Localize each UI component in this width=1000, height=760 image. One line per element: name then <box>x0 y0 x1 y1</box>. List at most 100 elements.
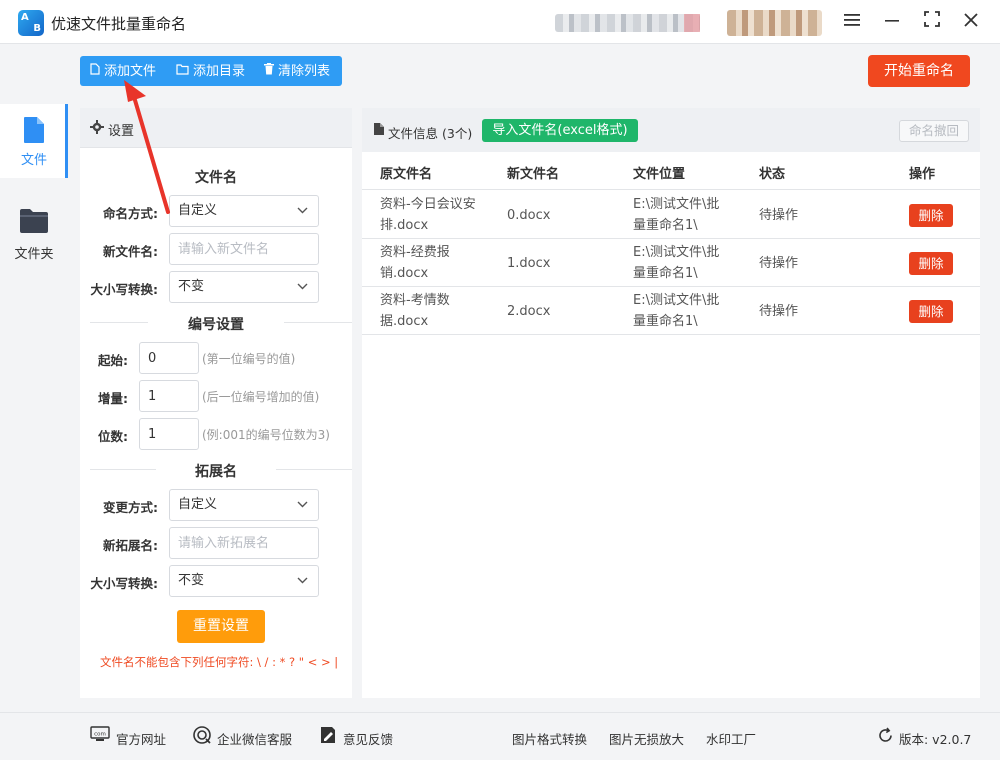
website-link[interactable]: 官方网址 <box>116 729 166 748</box>
col-new-name: 新文件名 <box>507 167 560 182</box>
app-logo-letter-b: B <box>33 23 41 34</box>
ext-mode-label: 变更方式: <box>103 500 158 515</box>
new-ext-label: 新拓展名: <box>103 538 158 553</box>
side-nav: 文件 文件夹 <box>0 104 68 704</box>
cell-status: 待操作 <box>759 208 799 223</box>
cell-new-name: 0.docx <box>507 208 551 223</box>
nav-item-folder[interactable]: 文件夹 <box>0 198 68 272</box>
ext-case-select[interactable]: 不变 <box>169 565 319 597</box>
close-icon[interactable] <box>959 10 983 34</box>
chevron-down-icon <box>297 490 308 520</box>
settings-panel: 设置 文件名 命名方式: 自定义 新文件名: 大小写转换: 不变 编号设置 起始… <box>80 108 352 698</box>
file-list-header: 文件信息 (3个) 导入文件名(excel格式) 命名撤回 <box>362 108 980 152</box>
blurred-account-info <box>555 14 700 32</box>
feedback-icon <box>320 726 336 748</box>
img-enlarge-link[interactable]: 图片无损放大 <box>609 729 684 748</box>
case-select[interactable]: 不变 <box>169 271 319 303</box>
wechat-support-link[interactable]: 企业微信客服 <box>217 729 292 748</box>
add-file-button[interactable]: 添加文件 <box>90 56 156 86</box>
folder-icon <box>19 208 49 238</box>
new-ext-input[interactable] <box>169 527 319 559</box>
file-info-title: 文件信息 (3个) <box>388 123 472 142</box>
col-status: 状态 <box>759 167 786 182</box>
cell-new-name: 2.docx <box>507 304 551 319</box>
step-hint: (后一位编号增加的值) <box>202 390 320 404</box>
col-original-name: 原文件名 <box>380 167 433 182</box>
cell-original-name: 资料-考情数据.docx <box>380 293 450 329</box>
svg-text:com: com <box>94 732 106 738</box>
settings-header: 设置 <box>80 108 352 148</box>
folder-open-icon <box>176 56 189 86</box>
cell-location: E:\测试文件\批量重命名1\ <box>633 245 720 281</box>
cell-original-name: 资料-今日会议安排.docx <box>380 197 476 233</box>
undo-rename-button[interactable]: 命名撤回 <box>899 120 969 142</box>
reset-settings-button[interactable]: 重置设置 <box>177 610 265 643</box>
digits-hint: (例:001的编号位数为3) <box>202 428 330 442</box>
file-count: (3个) <box>442 126 473 141</box>
settings-title: 设置 <box>108 124 135 139</box>
watermark-link[interactable]: 水印工厂 <box>706 729 756 748</box>
delete-button[interactable]: 删除 <box>909 252 953 275</box>
new-name-label: 新文件名: <box>103 244 158 259</box>
file-info-label: 文件信息 <box>388 126 439 141</box>
naming-mode-label: 命名方式: <box>103 206 158 221</box>
chevron-down-icon <box>297 566 308 596</box>
start-number-input[interactable] <box>139 342 199 374</box>
file-list-panel: 文件信息 (3个) 导入文件名(excel格式) 命名撤回 原文件名 新文件名 … <box>362 108 980 698</box>
digits-input[interactable] <box>139 418 199 450</box>
step-input[interactable] <box>139 380 199 412</box>
ext-mode-select[interactable]: 自定义 <box>169 489 319 521</box>
minimize-icon[interactable] <box>880 10 904 34</box>
feedback-link[interactable]: 意见反馈 <box>343 729 393 748</box>
file-add-icon <box>90 56 100 86</box>
nav-item-folder-label: 文件夹 <box>14 247 54 262</box>
ext-section-title: 拓展名 <box>156 461 276 481</box>
trash-icon <box>264 56 274 86</box>
delete-button[interactable]: 删除 <box>909 204 953 227</box>
title-bar: A B 优速文件批量重命名 <box>0 0 1000 44</box>
numbering-section-title: 编号设置 <box>148 314 284 334</box>
nav-item-file[interactable]: 文件 <box>0 104 68 178</box>
col-action: 操作 <box>909 167 936 182</box>
version-label: 版本: v2.0.7 <box>899 732 972 747</box>
clear-list-button[interactable]: 清除列表 <box>264 56 330 86</box>
add-file-label: 添加文件 <box>104 64 157 79</box>
new-name-input[interactable] <box>169 233 319 265</box>
img-convert-link[interactable]: 图片格式转换 <box>512 729 587 748</box>
add-dir-button[interactable]: 添加目录 <box>176 56 245 86</box>
naming-mode-value: 自定义 <box>178 203 218 218</box>
case-label: 大小写转换: <box>90 282 159 297</box>
table-row[interactable]: 资料-考情数据.docx 2.docx E:\测试文件\批量重命名1\ 待操作 … <box>362 287 980 335</box>
naming-mode-select[interactable]: 自定义 <box>169 195 319 227</box>
start-hint: (第一位编号的值) <box>202 352 296 366</box>
table-row[interactable]: 资料-今日会议安排.docx 0.docx E:\测试文件\批量重命名1\ 待操… <box>362 191 980 239</box>
cell-status: 待操作 <box>759 256 799 271</box>
cell-location: E:\测试文件\批量重命名1\ <box>633 197 720 233</box>
app-title: 优速文件批量重命名 <box>51 15 187 33</box>
col-location: 文件位置 <box>633 167 686 182</box>
clear-list-label: 清除列表 <box>278 64 331 79</box>
filename-section-title: 文件名 <box>195 170 237 186</box>
import-excel-button[interactable]: 导入文件名(excel格式) <box>482 119 638 142</box>
cell-status: 待操作 <box>759 304 799 319</box>
footer: com 官方网址 企业微信客服 意见反馈 图片格式转换 图片无损放大 水印工厂 … <box>0 712 1000 760</box>
case-value: 不变 <box>178 279 205 294</box>
chevron-down-icon <box>297 196 308 226</box>
delete-button[interactable]: 删除 <box>909 300 953 323</box>
ext-mode-value: 自定义 <box>178 497 218 512</box>
step-label: 增量: <box>98 391 128 406</box>
blurred-user-badge <box>727 10 822 36</box>
cell-original-name: 资料-经费报销.docx <box>380 245 450 281</box>
file-toolbar: 添加文件 添加目录 清除列表 <box>80 56 342 86</box>
table-row[interactable]: 资料-经费报销.docx 1.docx E:\测试文件\批量重命名1\ 待操作 … <box>362 239 980 287</box>
start-rename-button[interactable]: 开始重命名 <box>868 55 970 87</box>
wechat-support-icon <box>192 726 212 748</box>
website-icon: com <box>90 726 110 746</box>
file-icon <box>22 116 46 148</box>
digits-label: 位数: <box>98 429 128 444</box>
chevron-down-icon <box>297 272 308 302</box>
ext-case-label: 大小写转换: <box>90 576 159 591</box>
menu-icon[interactable] <box>840 10 864 34</box>
ext-case-value: 不变 <box>178 573 205 588</box>
maximize-icon[interactable] <box>920 10 944 34</box>
